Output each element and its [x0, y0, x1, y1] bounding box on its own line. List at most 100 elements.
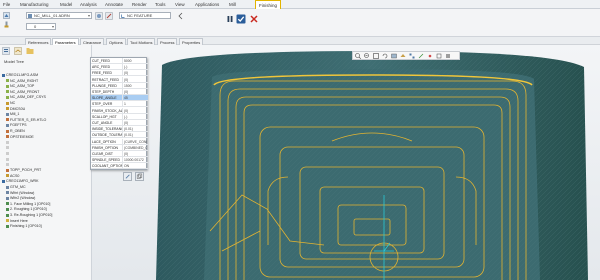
menu-applications[interactable]: Applications	[195, 2, 219, 7]
parameter-value[interactable]: (0.01)	[122, 126, 147, 133]
graphics-area[interactable]	[92, 45, 600, 280]
menu-render[interactable]: Render	[132, 2, 147, 7]
zoom-in-icon[interactable]	[355, 53, 361, 59]
tree-item[interactable]: TOPP_POCH_PRT	[6, 168, 41, 173]
tree-item[interactable]: 1. Face Milling 1 [OP010]	[6, 202, 50, 207]
menu-tools[interactable]: Tools	[155, 2, 166, 7]
parameter-row[interactable]: STEP_DEPTH (0)	[91, 89, 148, 95]
parameter-value[interactable]: (CURVE_CONNECT)	[122, 138, 147, 145]
chevron-left-icon[interactable]	[178, 12, 184, 20]
tree-item[interactable]: NC_ASM_DEF_CSYS	[6, 95, 46, 100]
parameter-row[interactable]: CUT_FEED 5000	[91, 58, 148, 64]
parameter-value[interactable]: (0)	[122, 151, 147, 157]
tree-item[interactable]	[6, 140, 10, 145]
refit-icon[interactable]	[373, 53, 379, 59]
param-edit-icon[interactable]	[123, 172, 132, 181]
parameter-row[interactable]: FREE_FEED (0)	[91, 70, 148, 77]
check-icon[interactable]	[236, 14, 246, 24]
parameter-value[interactable]: 1	[122, 101, 147, 108]
zoom-out-icon[interactable]	[364, 53, 370, 59]
datum-display-icon[interactable]	[418, 53, 424, 59]
saved-views-icon[interactable]	[400, 53, 406, 59]
tab-properties[interactable]: Properties	[179, 38, 204, 45]
parameter-row[interactable]: OUTSIDE_TOLERANCE(0.01)	[91, 132, 148, 139]
parameter-row[interactable]: CUT_ANGLE (0)	[91, 120, 148, 126]
parameter-row[interactable]: INSIDE_TOLERANCE(0.01)	[91, 126, 148, 133]
parameter-value[interactable]: (-)	[122, 113, 147, 120]
parameter-row[interactable]: SCALLOP_HGT (-)	[91, 113, 148, 120]
tree-item[interactable]: NC_ASM_FRONT	[6, 90, 39, 95]
tree-item[interactable]: ACS0	[6, 174, 19, 179]
tool-select-icon[interactable]	[95, 12, 103, 20]
tool-icon[interactable]	[3, 21, 10, 28]
parameter-row[interactable]: FINISH_OPTION (COMBINED_CUTS)	[91, 144, 148, 151]
parameter-value[interactable]: (0)	[122, 89, 147, 95]
parameter-row[interactable]: COOLANT_OPTION ON	[91, 163, 148, 170]
parameter-value[interactable]: 5000	[122, 58, 147, 64]
display-style-icon[interactable]	[391, 53, 397, 59]
tree-item[interactable]	[6, 146, 10, 151]
menu-manufacturing[interactable]: Manufacturing	[20, 2, 49, 7]
parameter-row[interactable]: LACE_OPTION (CURVE_CONNECT)	[91, 138, 148, 145]
tree-item[interactable]: Wlfnt (Window)	[6, 191, 34, 196]
tree-item[interactable]: CREO11MFG_WRK	[2, 179, 38, 184]
parameter-value[interactable]: (COMBINED_CUTS)	[122, 144, 147, 151]
parameter-row[interactable]: FINISH_STOCK_ALLOW(0)	[91, 107, 148, 114]
tree-item[interactable]: FGEFTPS	[6, 123, 27, 128]
tab-finishing[interactable]: Finishing	[255, 0, 282, 9]
reference-combo[interactable]: NC_MILL_01 ADRN ▾	[26, 12, 92, 19]
param-copy-icon[interactable]	[135, 172, 144, 181]
tab-options[interactable]: Options	[106, 38, 126, 45]
parameter-value[interactable]: (0)	[122, 120, 147, 126]
folder-icon[interactable]	[26, 47, 34, 55]
toolpath-viewport[interactable]	[92, 45, 600, 280]
parameter-value[interactable]: 10000.00172	[122, 157, 147, 164]
tree-item[interactable]	[6, 163, 10, 168]
tree-settings-icon[interactable]	[2, 47, 10, 55]
tree-item[interactable]	[6, 151, 10, 156]
layer-icon[interactable]	[14, 47, 22, 55]
parameter-row[interactable]: SPINDLE_SPEED 10000.00172	[91, 157, 148, 164]
tool-edit-icon[interactable]	[105, 12, 113, 20]
parameter-row[interactable]: SLOPE_ANGLE 45	[91, 95, 148, 102]
menu-mill[interactable]: Mill	[229, 2, 236, 7]
parameter-value[interactable]: ON	[122, 163, 147, 170]
tree-item[interactable]: OPSTEIEMOE	[6, 135, 34, 140]
repaint-icon[interactable]	[382, 53, 388, 59]
pause-icon[interactable]	[226, 15, 234, 23]
menu-view[interactable]: View	[175, 2, 185, 7]
parameter-value[interactable]: (0)	[122, 76, 147, 83]
tab-parameters[interactable]: Parameters	[52, 38, 79, 45]
tab-process[interactable]: Process	[157, 38, 178, 45]
reference-value-combo[interactable]: 0 ▾	[26, 23, 56, 30]
parameter-row[interactable]: ARC_FEED (-)	[91, 64, 148, 71]
pause-view-icon[interactable]	[445, 53, 451, 59]
view-manager-icon[interactable]	[409, 53, 415, 59]
tree-item[interactable]: DMCS0U	[6, 107, 25, 112]
parameter-value[interactable]: (0)	[122, 107, 147, 114]
operation-icon[interactable]	[3, 12, 10, 19]
parameter-row[interactable]: RETRACT_FEED (0)	[91, 76, 148, 83]
csys-combo[interactable]: NC FEATURE	[119, 12, 171, 19]
parameter-row[interactable]: CLEAR_DIST (0)	[91, 151, 148, 157]
annotation-display-icon[interactable]	[436, 53, 442, 59]
tree-item[interactable]: GTM_MC	[6, 185, 26, 190]
tree-item[interactable]: NC_ASM_RIGHT	[6, 79, 38, 84]
tree-item[interactable]: Insert Here	[6, 219, 28, 224]
parameter-row[interactable]: STEP_OVER 1	[91, 101, 148, 108]
tree-item[interactable]: CREO11-MFG.ASM	[2, 73, 38, 78]
tree-item[interactable]	[6, 157, 10, 162]
x-icon[interactable]	[249, 14, 259, 24]
tab-tool-motions[interactable]: Tool Motions	[127, 38, 156, 45]
menu-analysis[interactable]: Analysis	[80, 2, 97, 7]
parameter-value[interactable]: 45	[122, 95, 147, 102]
tree-item[interactable]: Wlfn2 (Window)	[6, 196, 35, 201]
parameter-row[interactable]: PLUNGE_FEED 1500	[91, 82, 148, 89]
parameter-value[interactable]: (0.01)	[122, 132, 147, 139]
parameter-value[interactable]: 1500	[122, 82, 147, 89]
tree-item[interactable]: NC	[6, 101, 15, 106]
tree-item[interactable]: Finishing 1 [OP010]	[6, 224, 42, 229]
tree-item[interactable]: 2. Roughing 1 [OP010]	[6, 207, 47, 212]
menu-file[interactable]: File	[3, 2, 10, 7]
spin-center-icon[interactable]	[427, 53, 433, 59]
